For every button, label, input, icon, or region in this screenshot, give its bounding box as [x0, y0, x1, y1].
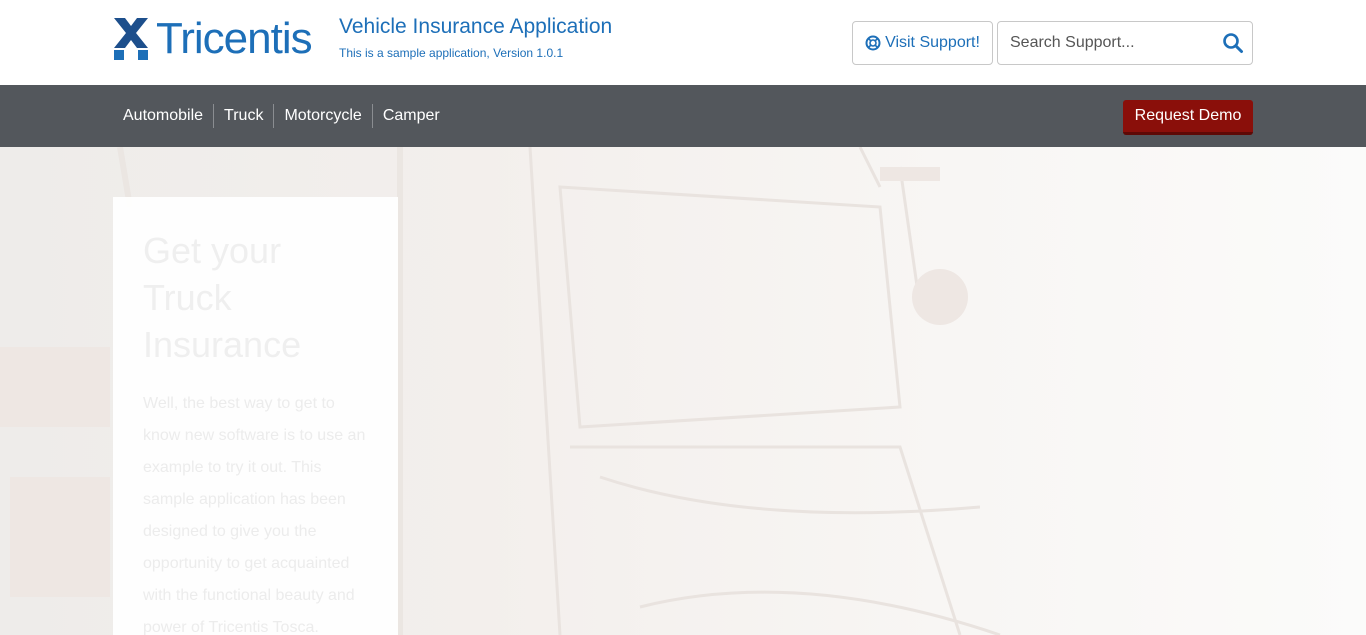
nav-item-camper[interactable]: Camper — [373, 104, 450, 128]
search-icon[interactable] — [1222, 32, 1244, 54]
insurance-intro-card: Get your Truck Insurance Well, the best … — [113, 197, 398, 635]
app-subtitle: This is a sample application, Version 1.… — [339, 46, 564, 60]
lifebuoy-icon — [865, 35, 881, 51]
logo-text: Tricentis — [156, 14, 313, 63]
hero-heading: Get your Truck Insurance — [143, 230, 302, 365]
support-search — [997, 21, 1253, 65]
nav-item-truck[interactable]: Truck — [214, 104, 275, 128]
tricentis-x-logo-icon — [114, 18, 148, 60]
vehicle-nav: Automobile Truck Motorcycle Camper — [113, 104, 450, 128]
visit-support-label: Visit Support! — [885, 34, 980, 51]
hero-section: Get your Truck Insurance Well, the best … — [0, 147, 1366, 635]
request-demo-button[interactable]: Request Demo — [1123, 100, 1253, 135]
nav-item-motorcycle[interactable]: Motorcycle — [274, 104, 373, 128]
visit-support-button[interactable]: Visit Support! — [852, 21, 993, 65]
tricentis-logo[interactable]: Tricentis — [112, 14, 313, 63]
search-input[interactable] — [1008, 23, 1218, 63]
nav-item-automobile[interactable]: Automobile — [113, 104, 215, 128]
app-title: Vehicle Insurance Application — [339, 15, 613, 38]
main-navbar: Automobile Truck Motorcycle Camper Reque… — [0, 85, 1366, 147]
site-header: Tricentis Vehicle Insurance Application … — [0, 0, 1366, 85]
hero-text: Well, the best way to get to know new so… — [143, 395, 366, 635]
